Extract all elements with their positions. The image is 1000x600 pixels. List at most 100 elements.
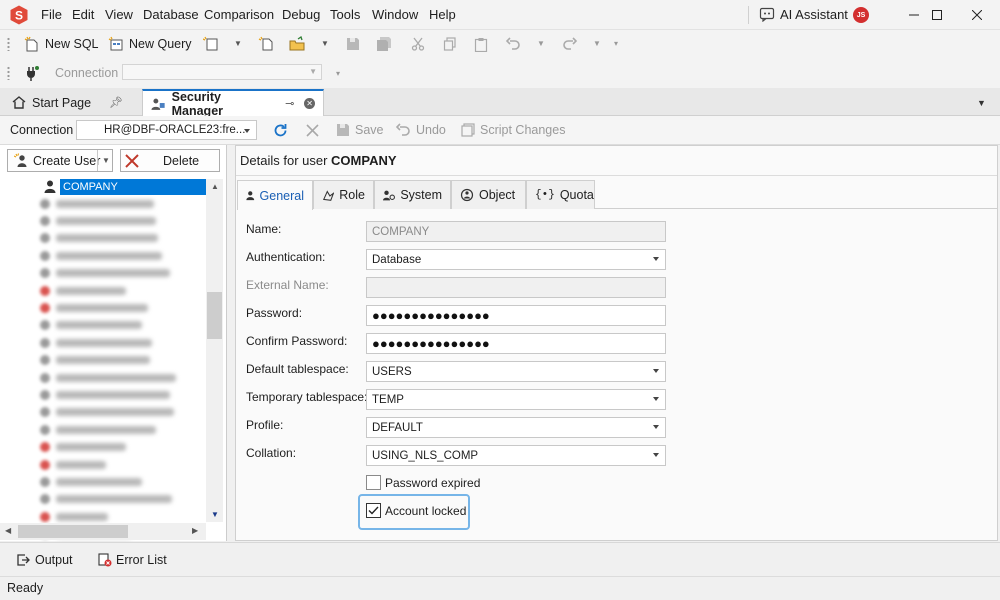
script-changes-button[interactable]: Script Changes: [461, 123, 565, 137]
copy-button[interactable]: [442, 36, 458, 52]
user-list-item[interactable]: [40, 491, 205, 508]
new-object-dropdown[interactable]: ▼: [234, 39, 242, 48]
connection-select[interactable]: HR@DBF-ORACLE23:fre...: [76, 120, 257, 140]
external-name-field[interactable]: [366, 277, 666, 298]
account-locked-option[interactable]: Account locked: [366, 503, 466, 518]
menu-debug[interactable]: Debug: [282, 7, 320, 22]
output-button[interactable]: Output: [16, 553, 73, 567]
tab-start-page[interactable]: Start Page 📌︎: [4, 89, 131, 116]
refresh-button[interactable]: [272, 122, 288, 138]
collation-select[interactable]: USING_NLS_COMP: [366, 445, 666, 466]
cancel-button[interactable]: [304, 122, 320, 138]
tab-general[interactable]: General: [237, 180, 313, 210]
password-expired-checkbox[interactable]: [366, 475, 381, 490]
menu-view[interactable]: View: [105, 7, 133, 22]
undo-dropdown[interactable]: ▼: [537, 39, 545, 48]
user-list-item[interactable]: [40, 421, 205, 438]
tab-overflow-dropdown[interactable]: ▼: [977, 98, 986, 108]
tab-system[interactable]: System: [374, 180, 451, 209]
menu-help[interactable]: Help: [429, 7, 456, 22]
confirm-password-label: Confirm Password:: [246, 334, 348, 348]
scroll-up-icon[interactable]: ▲: [211, 182, 219, 191]
user-list-item[interactable]: [40, 352, 205, 369]
menu-edit[interactable]: Edit: [72, 7, 94, 22]
scroll-right-icon[interactable]: ▶: [192, 526, 198, 535]
delete-button[interactable]: Delete: [120, 149, 220, 172]
tab-security-manager[interactable]: Security Manager ⊸ ✕: [142, 89, 324, 118]
user-list-item[interactable]: [40, 195, 205, 212]
title-separator: [748, 6, 749, 24]
new-object-button[interactable]: [202, 36, 220, 52]
save-button[interactable]: Save: [336, 123, 384, 137]
user-icon: [40, 424, 50, 435]
save-toolbar-button[interactable]: [345, 36, 361, 52]
close-tab-icon[interactable]: ✕: [304, 98, 315, 109]
connection-combo[interactable]: ▼: [122, 64, 322, 80]
save-all-button[interactable]: [376, 36, 392, 52]
ai-assistant-button[interactable]: AI Assistant: [759, 7, 848, 22]
user-list-item[interactable]: [40, 369, 205, 386]
vertical-scrollbar[interactable]: ▲ ▼: [206, 179, 223, 522]
profile-select[interactable]: DEFAULT: [366, 417, 666, 438]
user-list-item[interactable]: [40, 317, 205, 334]
menu-window[interactable]: Window: [372, 7, 418, 22]
pin-icon[interactable]: ⊸: [285, 97, 294, 110]
user-list-item[interactable]: [40, 247, 205, 264]
user-icon: [40, 320, 50, 331]
user-avatar[interactable]: JS: [853, 7, 869, 23]
error-list-button[interactable]: Error List: [98, 553, 167, 567]
create-user-dropdown[interactable]: ▼: [102, 156, 110, 165]
user-list-item-selected[interactable]: COMPANY: [60, 179, 206, 195]
menu-tools[interactable]: Tools: [330, 7, 360, 22]
tab-role[interactable]: Role: [313, 180, 374, 209]
new-sql-button[interactable]: New SQL: [24, 36, 99, 52]
toolbar-overflow[interactable]: ▾: [614, 39, 618, 48]
tab-quota[interactable]: {•} Quota: [526, 180, 595, 209]
create-user-button[interactable]: Create User ▼: [7, 149, 113, 172]
confirm-password-field[interactable]: ●●●●●●●●●●●●●●●: [366, 333, 666, 354]
password-expired-option[interactable]: Password expired: [366, 475, 480, 490]
user-list-item[interactable]: [40, 299, 205, 316]
vertical-scroll-thumb[interactable]: [207, 292, 222, 339]
undo-button[interactable]: Undo: [396, 123, 446, 137]
user-list-item[interactable]: [40, 282, 205, 299]
undo-toolbar-button[interactable]: [505, 36, 521, 52]
paste-button[interactable]: [473, 36, 489, 52]
horizontal-scroll-thumb[interactable]: [18, 525, 128, 538]
user-list-item[interactable]: [40, 439, 205, 456]
user-list-item[interactable]: [40, 456, 205, 473]
user-list-item[interactable]: [40, 230, 205, 247]
new-query-button[interactable]: New Query: [108, 36, 192, 52]
menu-file[interactable]: File: [41, 7, 62, 22]
redo-dropdown[interactable]: ▼: [593, 39, 601, 48]
connect-button[interactable]: [24, 65, 40, 81]
authentication-select[interactable]: Database: [366, 249, 666, 270]
tab-object[interactable]: Object: [451, 180, 526, 209]
redo-toolbar-button[interactable]: [561, 36, 577, 52]
user-list-item[interactable]: [40, 386, 205, 403]
user-list-item[interactable]: [40, 404, 205, 421]
scroll-left-icon[interactable]: ◀: [5, 526, 11, 535]
user-list-item[interactable]: [40, 265, 205, 282]
open-file-dropdown[interactable]: ▼: [321, 39, 329, 48]
new-query-label: New Query: [129, 37, 192, 51]
default-tablespace-select[interactable]: USERS: [366, 361, 666, 382]
password-field[interactable]: ●●●●●●●●●●●●●●●: [366, 305, 666, 326]
connection-toolbar-overflow[interactable]: ▾: [336, 69, 340, 78]
error-list-icon: [98, 553, 112, 567]
pin-icon[interactable]: 📌︎: [109, 96, 123, 109]
scroll-down-icon[interactable]: ▼: [211, 510, 219, 519]
menu-database[interactable]: Database: [143, 7, 199, 22]
close-button[interactable]: [954, 0, 1000, 30]
open-file-button[interactable]: [289, 36, 307, 52]
temporary-tablespace-select[interactable]: TEMP: [366, 389, 666, 410]
user-list-item[interactable]: [40, 334, 205, 351]
account-locked-checkbox[interactable]: [366, 503, 381, 518]
horizontal-scrollbar[interactable]: ◀ ▶: [0, 523, 206, 540]
user-list-item[interactable]: [40, 212, 205, 229]
menu-comparison[interactable]: Comparison: [204, 7, 274, 22]
name-field[interactable]: COMPANY: [366, 221, 666, 242]
user-list-item[interactable]: [40, 473, 205, 490]
new-file-button[interactable]: [258, 36, 274, 52]
cut-button[interactable]: [410, 36, 426, 52]
